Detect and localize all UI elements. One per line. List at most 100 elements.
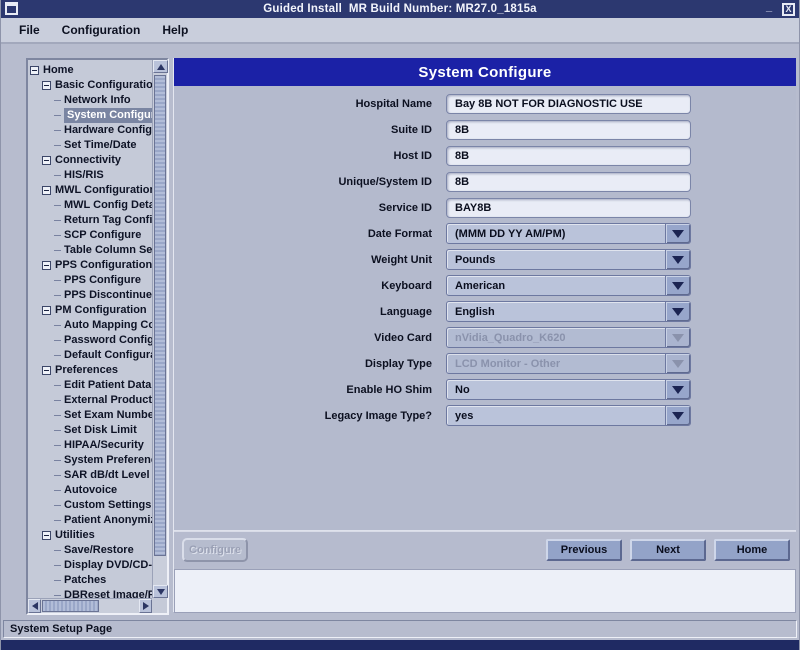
tree-item-table-column-sele[interactable]: Table Column Sele	[28, 243, 152, 258]
tree-collapse-icon[interactable]	[30, 66, 39, 75]
tree-item-label: Home	[43, 63, 74, 78]
scroll-left-icon[interactable]	[28, 599, 41, 613]
close-button[interactable]: X	[782, 3, 795, 16]
configuration-form: Hospital NameSuite IDHost IDUnique/Syste…	[174, 86, 796, 531]
legacy-image-type-dropdown[interactable]: yes	[446, 405, 691, 426]
menu-item-file[interactable]: File	[9, 20, 50, 40]
tree-branch-line	[54, 430, 61, 431]
tree-item-label: System Preferences	[64, 453, 152, 468]
tree-item-preferences[interactable]: Preferences	[28, 363, 152, 378]
tree-item-default-configurat[interactable]: Default Configurat	[28, 348, 152, 363]
tree-item-edit-patient-data[interactable]: Edit Patient Data	[28, 378, 152, 393]
tree-item-set-exam-number[interactable]: Set Exam Number	[28, 408, 152, 423]
menu-item-configuration[interactable]: Configuration	[52, 20, 151, 40]
tree-collapse-icon[interactable]	[42, 531, 51, 540]
home-button[interactable]: Home	[714, 539, 790, 561]
tree-item-utilities[interactable]: Utilities	[28, 528, 152, 543]
language-dropdown[interactable]: English	[446, 301, 691, 322]
dropdown-arrow-button[interactable]	[665, 302, 690, 321]
tree-collapse-icon[interactable]	[42, 366, 51, 375]
weight-unit-dropdown[interactable]: Pounds	[446, 249, 691, 270]
keyboard-dropdown[interactable]: American	[446, 275, 691, 296]
tree-item-save-restore[interactable]: Save/Restore	[28, 543, 152, 558]
tree-item-patient-anonymiza[interactable]: Patient Anonymiza	[28, 513, 152, 528]
dropdown-arrow-button[interactable]	[665, 224, 690, 243]
tree-item-auto-mapping-con[interactable]: Auto Mapping Con	[28, 318, 152, 333]
dropdown-arrow-button[interactable]	[665, 406, 690, 425]
tree-item-return-tag-configu[interactable]: Return Tag Configu	[28, 213, 152, 228]
tree-item-display-dvd-cd-r[interactable]: Display DVD/CD-R	[28, 558, 152, 573]
tree-item-patches[interactable]: Patches	[28, 573, 152, 588]
tree-item-dbreset-image-fu[interactable]: DBReset Image/Fu	[28, 588, 152, 598]
dropdown-arrow-button[interactable]	[665, 276, 690, 295]
video-card-selected-value: nVidia_Quadro_K620	[447, 332, 665, 344]
tree-item-external-product-co[interactable]: External Product Co	[28, 393, 152, 408]
tree-item-password-configur[interactable]: Password Configur	[28, 333, 152, 348]
tree-item-pps-discontinue-re[interactable]: PPS Discontinue Re	[28, 288, 152, 303]
tree-branch-line	[54, 385, 61, 386]
tree-item-custom-settings[interactable]: Custom Settings	[28, 498, 152, 513]
tree-item-sar-db-dt-level[interactable]: SAR dB/dt Level	[28, 468, 152, 483]
tree-item-mwl-config-detail[interactable]: MWL Config Detail	[28, 198, 152, 213]
tree-collapse-icon[interactable]	[42, 306, 51, 315]
tree-item-system-configure[interactable]: System Configure	[28, 108, 152, 123]
date-format-label: Date Format	[174, 228, 432, 240]
tree-item-scp-configure[interactable]: SCP Configure	[28, 228, 152, 243]
enable-ho-shim-selected-value: No	[447, 384, 665, 396]
tree-item-system-preferences[interactable]: System Preferences	[28, 453, 152, 468]
horizontal-scroll-track[interactable]	[41, 599, 139, 613]
enable-ho-shim-dropdown[interactable]: No	[446, 379, 691, 400]
menu-item-help[interactable]: Help	[152, 20, 198, 40]
tree-item-home[interactable]: Home	[28, 63, 152, 78]
form-row-weight-unit: Weight UnitPounds	[174, 249, 796, 270]
date-format-dropdown[interactable]: (MMM DD YY AM/PM)	[446, 223, 691, 244]
tree-item-label: Table Column Sele	[64, 243, 152, 258]
tree-collapse-icon[interactable]	[42, 186, 51, 195]
tree-item-set-disk-limit[interactable]: Set Disk Limit	[28, 423, 152, 438]
status-text: System Setup Page	[10, 623, 112, 635]
tree-branch-line	[54, 400, 61, 401]
tree-item-network-info[interactable]: Network Info	[28, 93, 152, 108]
tree-branch-line	[54, 490, 61, 491]
tree-horizontal-scrollbar[interactable]	[28, 598, 152, 613]
tree-item-connectivity[interactable]: Connectivity	[28, 153, 152, 168]
status-bar: System Setup Page	[1, 618, 799, 640]
dropdown-arrow-button[interactable]	[665, 380, 690, 399]
window-menu-icon[interactable]	[5, 2, 18, 15]
vertical-scroll-thumb[interactable]	[154, 75, 166, 556]
tree-collapse-icon[interactable]	[42, 156, 51, 165]
tree-item-pps-configure[interactable]: PPS Configure	[28, 273, 152, 288]
previous-button[interactable]: Previous	[546, 539, 622, 561]
tree-collapse-icon[interactable]	[42, 261, 51, 270]
vertical-scroll-track[interactable]	[153, 73, 167, 585]
scroll-right-icon[interactable]	[139, 599, 152, 613]
tree-item-label: PPS Discontinue Re	[64, 288, 152, 303]
scroll-up-icon[interactable]	[153, 60, 168, 73]
hospital-name-input[interactable]	[446, 94, 691, 114]
tree-item-his-ris[interactable]: HIS/RIS	[28, 168, 152, 183]
tree-branch-line	[54, 505, 61, 506]
tree-item-pm-configuration[interactable]: PM Configuration	[28, 303, 152, 318]
up-arrow-icon	[157, 64, 165, 70]
tree-item-mwl-configuration[interactable]: MWL Configuration	[28, 183, 152, 198]
page-title: System Configure	[418, 64, 551, 81]
minimize-button[interactable]: _	[766, 3, 776, 15]
main-panel: System Configure Hospital NameSuite IDHo…	[173, 58, 796, 612]
tree-item-basic-configuration[interactable]: Basic Configuration	[28, 78, 152, 93]
horizontal-scroll-thumb[interactable]	[42, 600, 99, 612]
tree-collapse-icon[interactable]	[42, 81, 51, 90]
next-button[interactable]: Next	[630, 539, 706, 561]
tree-item-hardware-configur[interactable]: Hardware Configur	[28, 123, 152, 138]
host-id-input[interactable]	[446, 146, 691, 166]
tree-item-hipaa-security[interactable]: HIPAA/Security	[28, 438, 152, 453]
dropdown-arrow-button[interactable]	[665, 250, 690, 269]
tree-item-pps-configuration[interactable]: PPS Configuration	[28, 258, 152, 273]
tree-item-autovoice[interactable]: Autovoice	[28, 483, 152, 498]
tree-vertical-scrollbar[interactable]	[152, 60, 167, 598]
tree-item-set-time-date[interactable]: Set Time/Date	[28, 138, 152, 153]
scroll-down-icon[interactable]	[153, 585, 168, 598]
unique-system-id-input[interactable]	[446, 172, 691, 192]
suite-id-input[interactable]	[446, 120, 691, 140]
service-id-input[interactable]	[446, 198, 691, 218]
legacy-image-type-label: Legacy Image Type?	[174, 410, 432, 422]
